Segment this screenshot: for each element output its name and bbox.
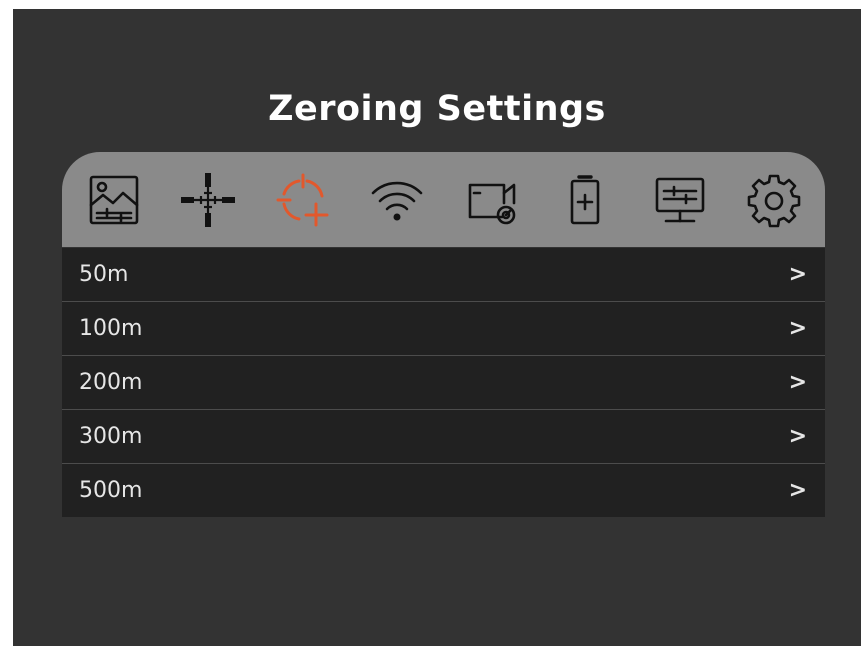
zeroing-distance-list: 50m > 100m > 200m > 300m > 500m > bbox=[62, 248, 825, 517]
image-adjust-icon bbox=[89, 175, 139, 224]
video-record-icon bbox=[468, 183, 516, 224]
tab-zeroing[interactable] bbox=[273, 170, 333, 230]
tab-reticle[interactable] bbox=[178, 170, 238, 230]
settings-tabbar bbox=[62, 152, 825, 247]
gear-icon bbox=[747, 174, 801, 227]
list-item-50m[interactable]: 50m > bbox=[62, 248, 825, 302]
wifi-icon bbox=[371, 181, 423, 220]
tab-display[interactable] bbox=[650, 170, 710, 230]
tab-battery[interactable] bbox=[555, 170, 615, 230]
tab-recording[interactable] bbox=[461, 170, 521, 230]
device-screen: Zeroing Settings 50m > 100m > 200m > 300… bbox=[13, 9, 861, 646]
list-item-200m[interactable]: 200m > bbox=[62, 356, 825, 410]
reticle-icon bbox=[181, 172, 236, 227]
list-item-100m[interactable]: 100m > bbox=[62, 302, 825, 356]
zeroing-crosshair-icon bbox=[276, 173, 329, 226]
distance-label: 200m bbox=[79, 370, 143, 395]
list-item-500m[interactable]: 500m > bbox=[62, 464, 825, 517]
chevron-right-icon: > bbox=[788, 262, 807, 287]
distance-label: 100m bbox=[79, 316, 143, 341]
tab-system-settings[interactable] bbox=[744, 170, 804, 230]
tab-image-settings[interactable] bbox=[84, 170, 144, 230]
list-item-300m[interactable]: 300m > bbox=[62, 410, 825, 464]
chevron-right-icon: > bbox=[788, 478, 807, 503]
chevron-right-icon: > bbox=[788, 316, 807, 341]
battery-icon bbox=[571, 174, 600, 224]
distance-label: 300m bbox=[79, 424, 143, 449]
chevron-right-icon: > bbox=[788, 370, 807, 395]
page-title: Zeroing Settings bbox=[268, 89, 606, 129]
chevron-right-icon: > bbox=[788, 424, 807, 449]
tab-wifi[interactable] bbox=[367, 170, 427, 230]
distance-label: 50m bbox=[79, 262, 129, 287]
display-settings-icon bbox=[655, 177, 704, 222]
distance-label: 500m bbox=[79, 478, 143, 503]
